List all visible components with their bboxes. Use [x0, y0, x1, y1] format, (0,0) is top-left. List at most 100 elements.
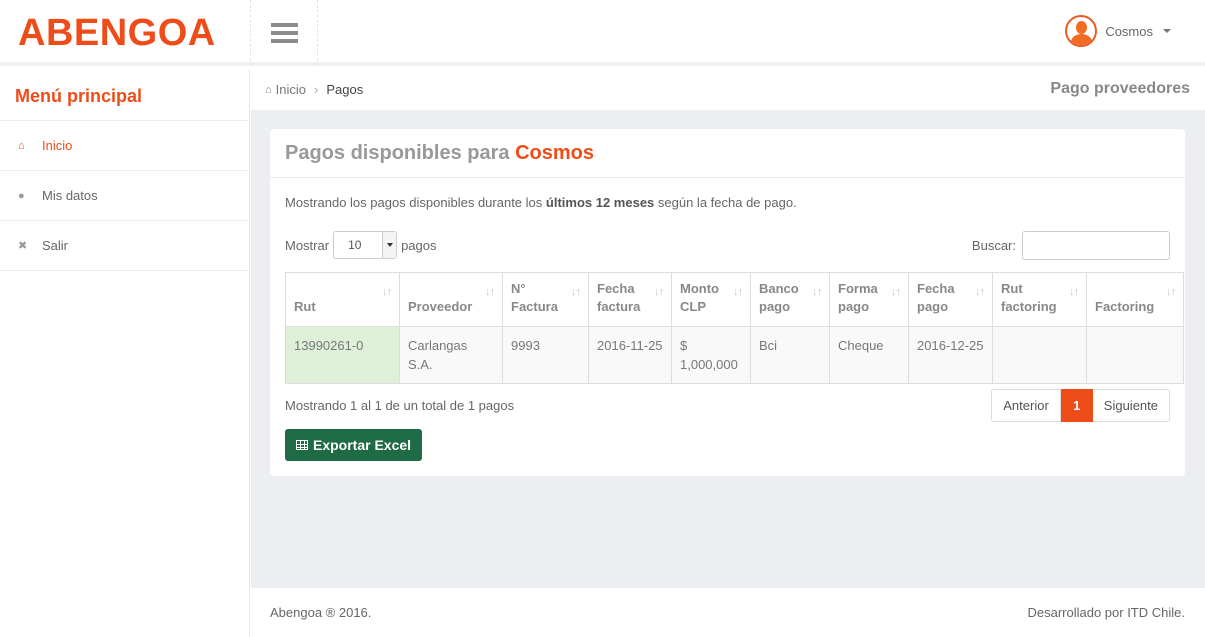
cell-monto-text: $ 1,000,000	[680, 338, 738, 372]
column-header-label: Factoring	[1095, 299, 1155, 314]
length-label-before: Mostrar	[285, 237, 330, 253]
column-header-label: Fecha factura	[597, 281, 641, 314]
sort-icon: ↓↑	[812, 286, 822, 298]
page-length-control: Mostrar 10 pagos	[285, 231, 436, 259]
table-icon	[296, 440, 308, 450]
column-header-label: N° Factura	[511, 281, 558, 314]
desc-before: Mostrando los pagos disponibles durante …	[285, 195, 546, 210]
column-header-rut[interactable]: ↓↑ Rut	[285, 272, 400, 327]
page-length-select[interactable]: 10	[333, 231, 398, 259]
panel-title: Pagos disponibles para Cosmos	[270, 129, 1185, 178]
cell-rut-factoring	[992, 326, 1087, 384]
panel-title-user: Cosmos	[515, 142, 594, 164]
sidebar-item-mis-datos[interactable]: ● Mis datos	[0, 171, 249, 221]
length-label-after: pagos	[401, 237, 437, 253]
cell-factoring	[1086, 326, 1184, 384]
table-header-row: ↓↑ Rut ↓↑ Proveedor ↓↑ N° Factura ↓↑ Fecha f…	[285, 272, 1184, 327]
close-icon: ✖	[18, 240, 28, 252]
chevron-right-icon: ›	[314, 82, 319, 97]
panel-description: Mostrando los pagos disponibles durante …	[285, 195, 797, 210]
avatar-icon	[1065, 15, 1098, 47]
search-control: Buscar:	[972, 231, 1170, 260]
column-header-n-factura[interactable]: ↓↑ N° Factura	[502, 272, 589, 327]
sidebar-item-label: Mis datos	[42, 188, 98, 203]
desc-after: según la fecha de pago.	[654, 195, 797, 210]
column-header-label: Rut	[294, 299, 316, 314]
sidebar-item-label: Salir	[42, 238, 69, 253]
table-row: 13990261-0 Carlangas S.A. 9993 2016-11-2…	[285, 326, 1184, 384]
hamburger-icon	[270, 31, 298, 35]
column-header-fecha-pago[interactable]: ↓↑ Fecha pago	[908, 272, 993, 327]
column-header-label: Monto CLP	[680, 281, 719, 314]
sidebar-title: Menú principal	[0, 70, 249, 121]
table-info: Mostrando 1 al 1 de un total de 1 pagos	[285, 398, 515, 413]
top-bar: ABENGOA Cosmos	[0, 0, 1205, 66]
cell-fecha-factura: 2016-11-25	[588, 326, 672, 384]
page-title: Pago proveedores	[1050, 80, 1190, 97]
footer-credits: Desarrollado por ITD Chile.	[1027, 605, 1185, 620]
breadcrumb-current: Pagos	[326, 82, 364, 97]
column-header-label: Fecha pago	[917, 281, 955, 314]
home-icon: ⌂	[18, 139, 25, 152]
column-header-proveedor[interactable]: ↓↑ Proveedor	[399, 272, 503, 327]
abengoa-logo[interactable]: ABENGOA	[18, 12, 216, 54]
sort-icon: ↓↑	[733, 286, 743, 298]
page-1-button[interactable]: 1	[1060, 389, 1093, 422]
export-excel-button[interactable]: Exportar Excel	[285, 429, 423, 461]
sort-icon: ↓↑	[1166, 286, 1176, 298]
cell-proveedor-text: Carlangas S.A.	[408, 338, 468, 372]
user-icon: ●	[18, 189, 25, 202]
user-menu[interactable]: Cosmos	[1065, 15, 1171, 47]
search-input[interactable]	[1022, 231, 1170, 260]
column-header-rut-factoring[interactable]: ↓↑ Rut factoring	[992, 272, 1087, 327]
sidebar-item-salir[interactable]: ✖ Salir	[0, 221, 249, 271]
payments-panel: Pagos disponibles para Cosmos Mostrando …	[270, 129, 1185, 476]
previous-page-button[interactable]: Anterior	[991, 389, 1061, 422]
export-excel-label: Exportar Excel	[313, 437, 412, 453]
sort-icon: ↓↑	[975, 286, 985, 298]
column-header-monto-clp[interactable]: ↓↑ Monto CLP	[671, 272, 751, 327]
column-header-label: Banco pago	[759, 281, 799, 314]
sort-icon: ↓↑	[571, 286, 581, 298]
page-length-value: 10	[348, 238, 362, 252]
cell-banco-pago: Bci	[750, 326, 830, 384]
cell-monto-clp: $ 1,000,000	[671, 326, 751, 384]
column-header-label: Rut factoring	[1001, 281, 1057, 314]
cell-n-factura: 9993	[502, 326, 589, 384]
pagination: Anterior 1 Siguiente	[991, 389, 1170, 422]
breadcrumb-bar: ⌂ Inicio › Pagos Pago proveedores	[251, 70, 1205, 110]
caret-down-icon	[1163, 29, 1171, 33]
next-page-button[interactable]: Siguiente	[1092, 389, 1170, 422]
column-header-factoring[interactable]: ↓↑ Factoring	[1086, 272, 1184, 327]
sort-icon: ↓↑	[485, 286, 495, 298]
cell-forma-pago: Cheque	[829, 326, 909, 384]
cell-proveedor: Carlangas S.A.	[399, 326, 503, 384]
sort-icon: ↓↑	[891, 286, 901, 298]
payments-table: ↓↑ Rut ↓↑ Proveedor ↓↑ N° Factura ↓↑ Fecha f…	[285, 272, 1184, 384]
desc-bold: últimos 12 meses	[545, 195, 655, 210]
menu-toggle-button[interactable]	[250, 0, 318, 66]
search-label: Buscar:	[971, 238, 1016, 253]
sort-icon: ↓↑	[654, 286, 664, 298]
sidebar: Menú principal ⌂ Inicio ● Mis datos ✖ Sa…	[0, 70, 250, 637]
main-content: Pagos disponibles para Cosmos Mostrando …	[251, 110, 1205, 588]
footer-copyright: Abengoa ® 2016.	[270, 605, 372, 620]
dropdown-arrow-icon	[382, 232, 397, 258]
column-header-banco-pago[interactable]: ↓↑ Banco pago	[750, 272, 830, 327]
home-icon: ⌂	[265, 83, 272, 96]
sidebar-item-label: Inicio	[42, 138, 73, 153]
sort-icon: ↓↑	[382, 286, 392, 298]
column-header-forma-pago[interactable]: ↓↑ Forma pago	[829, 272, 909, 327]
sort-icon: ↓↑	[1069, 286, 1079, 298]
cell-rut: 13990261-0	[285, 326, 400, 384]
column-header-label: Forma pago	[838, 281, 878, 314]
breadcrumb: ⌂ Inicio › Pagos	[265, 82, 363, 97]
column-header-fecha-factura[interactable]: ↓↑ Fecha factura	[588, 272, 672, 327]
cell-fecha-pago: 2016-12-25	[908, 326, 993, 384]
column-header-label: Proveedor	[408, 299, 473, 314]
user-name: Cosmos	[1105, 23, 1153, 39]
footer: Abengoa ® 2016. Desarrollado por ITD Chi…	[251, 588, 1205, 637]
sidebar-item-inicio[interactable]: ⌂ Inicio	[0, 121, 249, 171]
panel-title-prefix: Pagos disponibles para	[285, 142, 510, 164]
breadcrumb-home-link[interactable]: Inicio	[276, 82, 306, 97]
